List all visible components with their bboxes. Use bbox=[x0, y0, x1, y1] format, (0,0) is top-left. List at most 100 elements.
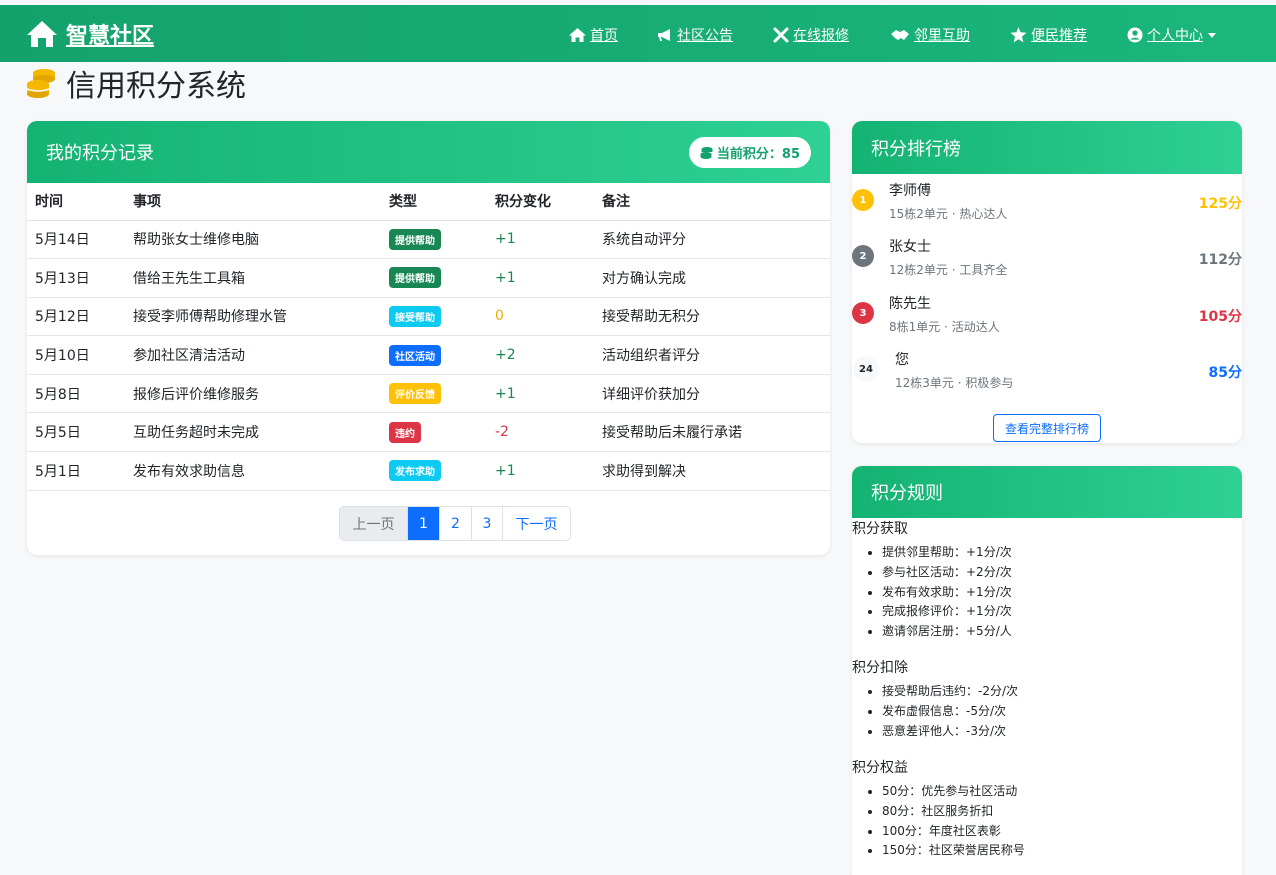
record-type-badge: 社区活动 bbox=[389, 344, 441, 366]
rule-item: 发布有效求助：+1分/次 bbox=[882, 583, 1012, 603]
points-record-title: 我的积分记录 bbox=[46, 143, 154, 164]
record-note: 系统自动评分 bbox=[594, 220, 830, 260]
rule-item: 50分：优先参与社区活动 bbox=[882, 782, 1025, 802]
rule-item: 100分：年度社区表彰 bbox=[882, 822, 1025, 842]
coins-icon bbox=[700, 146, 713, 159]
record-date: 5月1日 bbox=[27, 451, 125, 491]
current-points-badge: 当前积分：85 bbox=[688, 136, 811, 168]
rule-item: 邀请邻居注册：+5分/人 bbox=[882, 622, 1012, 642]
record-date: 5月8日 bbox=[27, 374, 125, 414]
table-row: 5月13日 借给王先生工具箱 提供帮助 +1 对方确认完成 bbox=[27, 258, 830, 298]
rank-subtitle: 15栋2单元 · 热心达人 bbox=[889, 207, 1008, 221]
record-type-badge: 评价反馈 bbox=[389, 383, 441, 405]
column-header: 备注 bbox=[594, 183, 830, 221]
column-header: 积分变化 bbox=[487, 183, 594, 221]
rule-section-title: 积分权益 bbox=[852, 760, 908, 776]
page-1-button[interactable]: 1 bbox=[407, 507, 439, 540]
points-record-header: 我的积分记录 当前积分：85 bbox=[27, 121, 830, 183]
rank-badge: 1 bbox=[852, 189, 874, 211]
column-header: 类型 bbox=[381, 183, 487, 221]
record-item: 帮助张女士维修电脑 bbox=[125, 220, 381, 260]
record-note: 接受帮助后未履行承诺 bbox=[594, 412, 830, 453]
record-item: 接受李师傅帮助修理水管 bbox=[125, 297, 381, 337]
chevron-down-icon bbox=[1208, 32, 1216, 38]
record-type-badge: 接受帮助 bbox=[389, 305, 441, 327]
record-date: 5月12日 bbox=[27, 297, 125, 337]
brand-link[interactable]: 智慧社区 bbox=[26, 19, 154, 49]
rank-badge: 24 bbox=[853, 356, 879, 382]
table-row: 5月5日 互助任务超时未完成 违约 -2 接受帮助后未履行承诺 bbox=[27, 412, 830, 453]
handshake-icon bbox=[891, 30, 909, 40]
view-full-ranking-button[interactable]: 查看完整排行榜 bbox=[993, 414, 1101, 442]
record-note: 求助得到解决 bbox=[594, 451, 830, 491]
record-change: +1 bbox=[487, 220, 594, 260]
record-note: 对方确认完成 bbox=[594, 258, 830, 298]
rank-name: 陈先生 bbox=[889, 296, 931, 312]
bullhorn-icon bbox=[658, 29, 670, 41]
record-change: -2 bbox=[487, 412, 594, 453]
rule-section-title: 积分扣除 bbox=[852, 660, 908, 676]
rank-score: 112分 bbox=[1198, 252, 1242, 268]
nav-announcements[interactable]: 社区公告 bbox=[657, 25, 733, 45]
home-icon bbox=[27, 21, 57, 47]
rank-subtitle: 8栋1单元 · 活动达人 bbox=[889, 320, 1000, 334]
next-page-button[interactable]: 下一页 bbox=[502, 507, 570, 540]
rank-badge: 3 bbox=[852, 302, 874, 324]
record-change: +1 bbox=[487, 258, 594, 298]
home-icon bbox=[569, 28, 586, 42]
nav-personal-center[interactable]: 个人中心 bbox=[1127, 25, 1216, 45]
rule-item: 80分：社区服务折扣 bbox=[882, 802, 1025, 822]
table-row: 5月10日 参加社区清洁活动 社区活动 +2 活动组织者评分 bbox=[27, 335, 830, 375]
pagination: 上一页 1 2 3 下一页 bbox=[339, 506, 571, 541]
rule-item: 参与社区活动：+2分/次 bbox=[882, 563, 1012, 583]
points-record-table: 时间 事项 类型 积分变化 备注 5月14日 帮助张女士维修电脑 提供帮助 +1 系统自… bbox=[27, 183, 830, 491]
record-type-cell: 违约 bbox=[381, 412, 487, 453]
rule-section-title: 积分获取 bbox=[852, 521, 908, 537]
table-row: 5月12日 接受李师傅帮助修理水管 接受帮助 0 接受帮助无积分 bbox=[27, 297, 830, 337]
record-item: 互助任务超时未完成 bbox=[125, 412, 381, 453]
record-type-cell: 发布求助 bbox=[381, 451, 487, 491]
star-icon bbox=[1010, 27, 1027, 43]
rank-name: 李师傅 bbox=[889, 183, 931, 199]
page-3-button[interactable]: 3 bbox=[471, 507, 502, 540]
ranking-item: 3 陈先生 8栋1单元 · 活动达人 105分 bbox=[852, 287, 1242, 343]
record-change: 0 bbox=[487, 297, 594, 337]
record-type-cell: 接受帮助 bbox=[381, 297, 487, 337]
record-change: +1 bbox=[487, 374, 594, 414]
prev-page-button[interactable]: 上一页 bbox=[340, 507, 407, 540]
nav-home[interactable]: 首页 bbox=[569, 25, 618, 45]
record-date: 5月5日 bbox=[27, 412, 125, 453]
rank-name: 张女士 bbox=[889, 239, 931, 255]
points-record-card: 我的积分记录 当前积分：85 时间 事项 类型 积分变化 备注 5月14日 帮助张… bbox=[27, 121, 830, 555]
rank-score: 105分 bbox=[1198, 309, 1242, 325]
page-2-button[interactable]: 2 bbox=[439, 507, 471, 540]
rule-item: 接受帮助后违约：-2分/次 bbox=[882, 682, 1018, 702]
record-date: 5月10日 bbox=[27, 335, 125, 375]
column-header: 事项 bbox=[125, 183, 381, 221]
rank-name: 您 bbox=[895, 352, 909, 368]
ranking-title: 积分排行榜 bbox=[871, 138, 961, 160]
table-header-row: 时间 事项 类型 积分变化 备注 bbox=[27, 183, 830, 221]
nav-convenience[interactable]: 便民推荐 bbox=[1010, 25, 1087, 45]
record-date: 5月14日 bbox=[27, 220, 125, 260]
ranking-item: 1 李师傅 15栋2单元 · 热心达人 125分 bbox=[852, 174, 1242, 230]
record-type-badge: 提供帮助 bbox=[389, 267, 441, 289]
nav-mutual-help[interactable]: 邻里互助 bbox=[890, 25, 970, 45]
page-title: 信用积分系统 bbox=[26, 64, 246, 104]
record-type-cell: 社区活动 bbox=[381, 335, 487, 375]
rules-title: 积分规则 bbox=[871, 483, 943, 504]
record-note: 详细评价获加分 bbox=[594, 374, 830, 414]
table-row: 5月8日 报修后评价维修服务 评价反馈 +1 详细评价获加分 bbox=[27, 374, 830, 414]
record-change: +1 bbox=[487, 451, 594, 491]
record-item: 参加社区清洁活动 bbox=[125, 335, 381, 375]
ranking-item: 24 您 12栋3单元 · 积极参与 85分 bbox=[852, 343, 1242, 399]
coins-icon bbox=[26, 69, 55, 98]
rules-card: 积分规则 积分获取提供邻里帮助：+1分/次参与社区活动：+2分/次发布有效求助：… bbox=[852, 466, 1242, 875]
ranking-card: 积分排行榜 1 李师傅 15栋2单元 · 热心达人 125分 2 张女士 12栋2单元 · … bbox=[852, 121, 1242, 443]
nav-repair[interactable]: 在线报修 bbox=[773, 25, 849, 45]
rank-subtitle: 12栋3单元 · 积极参与 bbox=[895, 376, 1014, 390]
record-date: 5月13日 bbox=[27, 258, 125, 298]
record-type-cell: 提供帮助 bbox=[381, 258, 487, 298]
table-row: 5月1日 发布有效求助信息 发布求助 +1 求助得到解决 bbox=[27, 451, 830, 491]
record-item: 借给王先生工具箱 bbox=[125, 258, 381, 298]
